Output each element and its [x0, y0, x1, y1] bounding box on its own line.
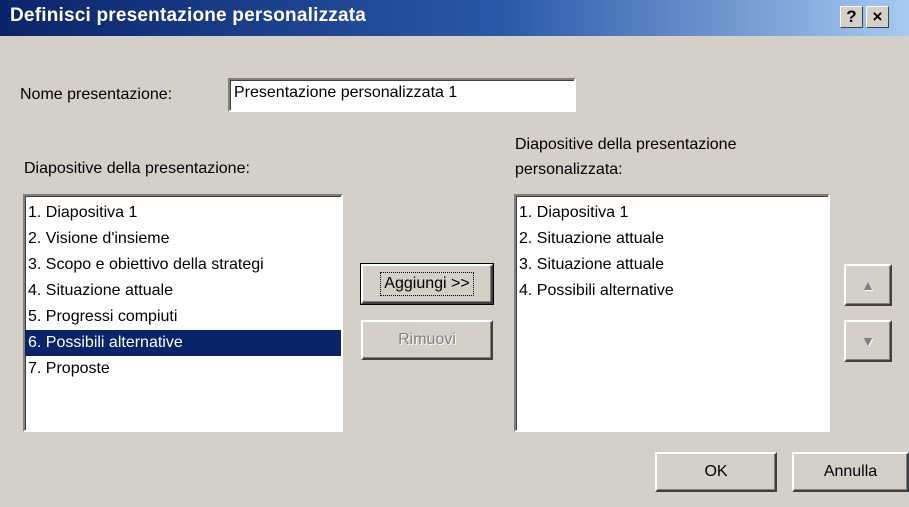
list-item[interactable]: 2. Visione d'insieme	[25, 226, 341, 252]
help-button[interactable]: ?	[840, 6, 863, 28]
arrow-up-icon: ▲	[861, 277, 875, 293]
custom-slides-label-line2: personalizzata:	[515, 161, 623, 178]
remove-button[interactable]: Rimuovi	[361, 320, 493, 360]
move-up-button[interactable]: ▲	[844, 264, 892, 306]
list-item[interactable]: 1. Diapositiva 1	[25, 200, 341, 226]
dialog-title: Definisci presentazione personalizzata	[10, 5, 367, 26]
arrow-down-icon: ▼	[861, 333, 875, 349]
presentation-slides-list[interactable]: 1. Diapositiva 1 2. Visione d'insieme 3.…	[23, 194, 343, 432]
move-down-button[interactable]: ▼	[844, 320, 892, 362]
list-item[interactable]: 2. Situazione attuale	[516, 226, 828, 252]
list-item[interactable]: 3. Situazione attuale	[516, 252, 828, 278]
slides-list-label: Diapositive della presentazione:	[24, 160, 250, 177]
list-item[interactable]: 7. Proposte	[25, 356, 341, 382]
list-item[interactable]: 4. Situazione attuale	[25, 278, 341, 304]
list-item[interactable]: 5. Progressi compiuti	[25, 304, 341, 330]
custom-show-slides-list[interactable]: 1. Diapositiva 1 2. Situazione attuale 3…	[514, 194, 830, 432]
add-button-label: Aggiungi >>	[380, 272, 474, 296]
custom-show-dialog: Definisci presentazione personalizzata ?…	[0, 0, 909, 507]
name-input[interactable]: Presentazione personalizzata 1	[228, 78, 576, 112]
add-button[interactable]: Aggiungi >>	[360, 263, 494, 305]
list-item[interactable]: 1. Diapositiva 1	[516, 200, 828, 226]
title-bar[interactable]: Definisci presentazione personalizzata ?…	[0, 0, 909, 36]
list-item[interactable]: 4. Possibili alternative	[516, 278, 828, 304]
cancel-button[interactable]: Annulla	[792, 452, 909, 492]
custom-slides-label-line1: Diapositive della presentazione	[515, 136, 737, 153]
close-button[interactable]: ×	[866, 6, 889, 28]
ok-button[interactable]: OK	[655, 452, 777, 492]
name-label: Nome presentazione:	[20, 86, 173, 103]
list-item-selected[interactable]: 6. Possibili alternative	[25, 330, 341, 356]
list-item[interactable]: 3. Scopo e obiettivo della strategi	[25, 252, 341, 278]
